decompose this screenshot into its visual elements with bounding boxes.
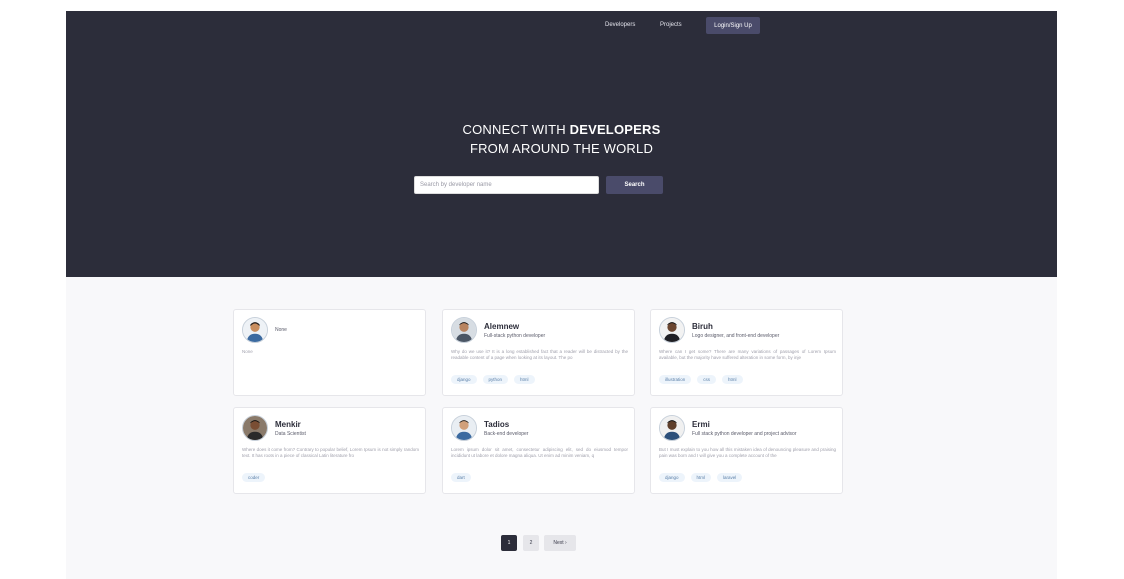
login-signup-button[interactable]: Login/Sign Up xyxy=(706,17,760,34)
avatar xyxy=(242,317,268,343)
avatar-portrait-icon xyxy=(452,318,476,342)
avatar-portrait-icon xyxy=(660,416,684,440)
page: Developers Projects Login/Sign Up CONNEC… xyxy=(66,11,1057,579)
skill-tag[interactable]: css xyxy=(697,375,717,384)
pagination-next-button[interactable]: Next › xyxy=(544,535,576,551)
developer-card[interactable]: Tadios Back-end developer Lorem ipsum do… xyxy=(442,407,635,494)
developer-name: Alemnew xyxy=(484,322,520,331)
avatar xyxy=(659,415,685,441)
search-placeholder: Search by developer name xyxy=(420,182,492,188)
skill-tag[interactable]: django xyxy=(451,375,477,384)
developer-title: Full-stack python developer xyxy=(484,333,546,339)
developer-card[interactable]: None None xyxy=(233,309,426,396)
skill-tag[interactable]: html xyxy=(722,375,743,384)
developer-name: Ermi xyxy=(692,420,710,429)
developer-name: None xyxy=(275,327,287,333)
hero-title-prefix: CONNECT WITH xyxy=(462,122,570,137)
nav-developers-link[interactable]: Developers xyxy=(605,22,635,28)
avatar xyxy=(659,317,685,343)
avatar-portrait-icon xyxy=(660,318,684,342)
developer-title: Back-end developer xyxy=(484,431,529,437)
hero-title: CONNECT WITH DEVELOPERS FROM AROUND THE … xyxy=(66,120,1057,158)
developer-bio: Why do we use it? It is a long establish… xyxy=(451,349,628,360)
skill-tag[interactable]: python xyxy=(482,375,509,384)
skill-tag[interactable]: dart xyxy=(451,473,471,482)
tag-list: illustration css html xyxy=(659,375,743,384)
developer-bio: Where can I get some? There are many var… xyxy=(659,349,836,360)
developer-name: Tadios xyxy=(484,420,510,429)
search-button[interactable]: Search xyxy=(606,176,663,194)
developer-card[interactable]: Menkir Data Scientist Where does it come… xyxy=(233,407,426,494)
pagination-page-2[interactable]: 2 xyxy=(523,535,539,551)
developer-card[interactable]: Ermi Full stack python developer and pro… xyxy=(650,407,843,494)
tag-list: django python html xyxy=(451,375,535,384)
avatar-portrait-icon xyxy=(452,416,476,440)
pagination-page-1[interactable]: 1 xyxy=(501,535,517,551)
hero-title-bold: DEVELOPERS xyxy=(569,122,661,137)
search-input[interactable]: Search by developer name xyxy=(414,176,599,194)
developer-title: Logo designer, and front-end developer xyxy=(692,333,780,339)
hero-section: Developers Projects Login/Sign Up CONNEC… xyxy=(66,11,1057,277)
tag-list: django html laravel xyxy=(659,473,743,482)
tag-list: coder xyxy=(242,473,266,482)
developer-name: Menkir xyxy=(275,420,301,429)
developer-title: Full stack python developer and project … xyxy=(692,431,797,437)
hero-title-line1: CONNECT WITH DEVELOPERS xyxy=(66,120,1057,139)
developer-bio: Where does it come from? Contrary to pop… xyxy=(242,447,419,458)
developer-bio: None xyxy=(242,349,253,354)
developer-card[interactable]: Alemnew Full-stack python developer Why … xyxy=(442,309,635,396)
developer-name: Biruh xyxy=(692,322,713,331)
developer-card[interactable]: Biruh Logo designer, and front-end devel… xyxy=(650,309,843,396)
nav-projects-link[interactable]: Projects xyxy=(660,22,682,28)
developer-bio: But I must explain to you how all this m… xyxy=(659,447,836,458)
avatar-portrait-icon xyxy=(243,416,267,440)
skill-tag[interactable]: html xyxy=(690,473,712,482)
hero-title-line2: FROM AROUND THE WORLD xyxy=(469,141,654,156)
tag-list: dart xyxy=(451,473,471,482)
skill-tag[interactable]: django xyxy=(659,473,685,482)
avatar xyxy=(451,415,477,441)
skill-tag[interactable]: laravel xyxy=(717,473,743,482)
skill-tag[interactable]: illustration xyxy=(659,375,692,384)
avatar xyxy=(451,317,477,343)
developer-title: Data Scientist xyxy=(275,431,306,437)
skill-tag[interactable]: html xyxy=(514,375,535,384)
avatar xyxy=(242,415,268,441)
avatar-portrait-icon xyxy=(243,318,267,342)
skill-tag[interactable]: coder xyxy=(242,473,266,482)
developer-bio: Lorem ipsum dolor sit amet, consectetur … xyxy=(451,447,628,458)
